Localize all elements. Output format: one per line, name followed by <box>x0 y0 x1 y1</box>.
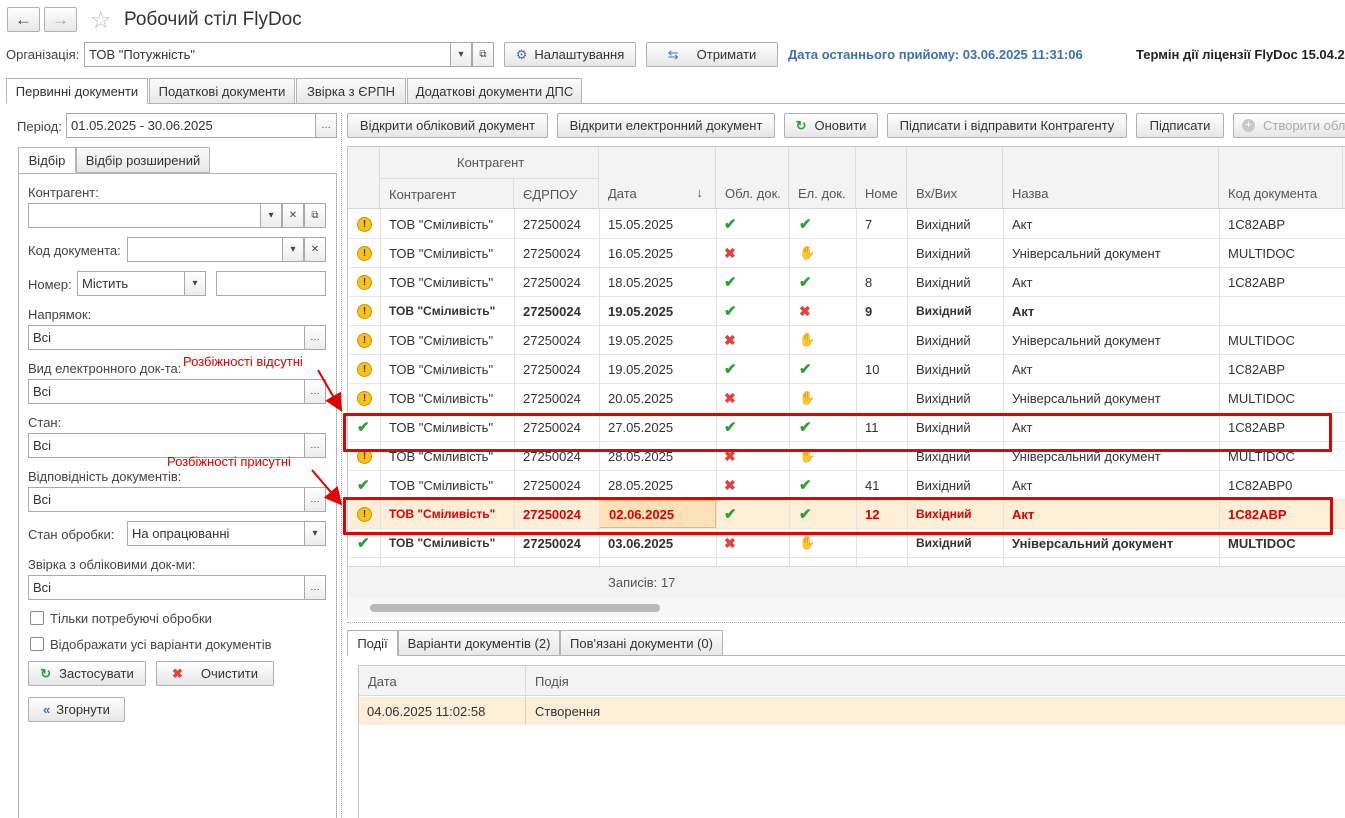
highlight-no-diff <box>343 413 1332 452</box>
tab-doc-variants[interactable]: Варіанти документів (2) <box>398 630 560 656</box>
event-row[interactable]: 04.06.2025 11:02:58 Створення <box>359 697 1345 725</box>
highlight-has-diff <box>343 497 1333 535</box>
tab-linked-docs[interactable]: Пов'язані документи (0) <box>560 630 723 656</box>
event-date: 04.06.2025 11:02:58 <box>359 697 526 725</box>
event-name: Створення <box>535 703 601 719</box>
col-event-date[interactable]: Дата <box>359 666 526 696</box>
tab-events[interactable]: Події <box>347 630 398 656</box>
col-event[interactable]: Подія <box>526 666 1345 696</box>
